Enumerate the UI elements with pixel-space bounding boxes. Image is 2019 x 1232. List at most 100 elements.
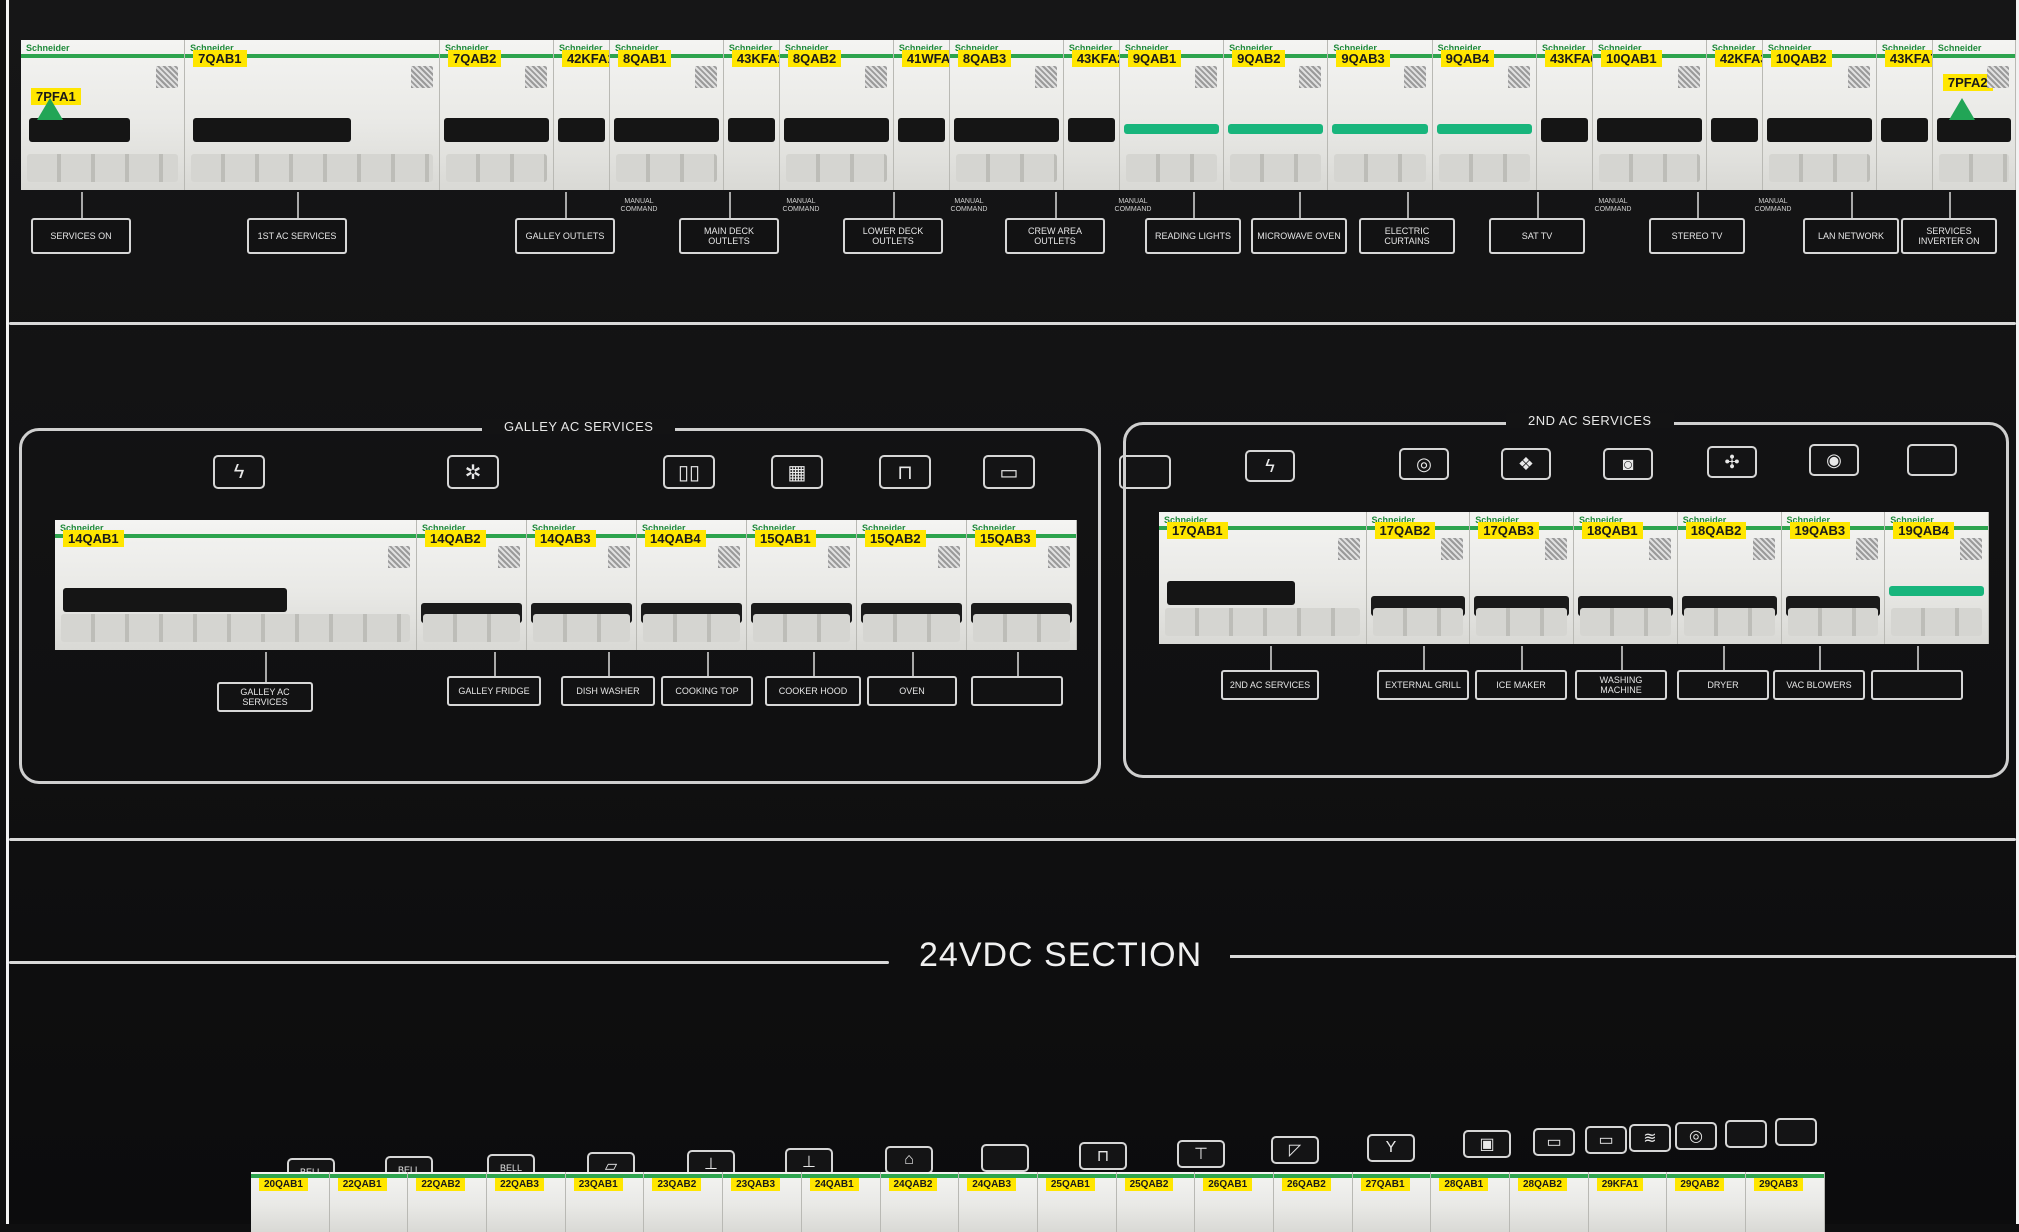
- circuit-breaker[interactable]: Schneider22QAB3: [487, 1172, 566, 1232]
- circuit-breaker[interactable]: Schneider 9QAB2: [1224, 40, 1329, 190]
- circuit-breaker[interactable]: Schneider29KFA1: [1588, 1172, 1668, 1232]
- breaker-toggle[interactable]: [953, 118, 1059, 142]
- circuit-breaker[interactable]: Schneider 9QAB4: [1432, 40, 1537, 190]
- circuit-breaker[interactable]: Schneider 19QAB3: [1781, 512, 1886, 644]
- circuit-breaker[interactable]: Schneider 17QAB2: [1366, 512, 1471, 644]
- circuit-breaker[interactable]: Schneider 43KFA1: [723, 40, 780, 190]
- circuit-breaker[interactable]: Schneider 8QAB2: [779, 40, 894, 190]
- circuit-breaker[interactable]: Schneider 18QAB2: [1677, 512, 1782, 644]
- circuit-breaker[interactable]: Schneider 7QAB2: [440, 40, 554, 190]
- circuit-breaker[interactable]: Schneider27QAB1: [1352, 1172, 1432, 1232]
- breaker-toggle[interactable]: [1766, 118, 1872, 142]
- circuit-breaker[interactable]: Schneider 7QAB1: [185, 40, 441, 190]
- terminal-slots: [955, 154, 1057, 182]
- breaker-toggle[interactable]: [1936, 118, 2011, 142]
- circuit-breaker[interactable]: Schneider26QAB1: [1195, 1172, 1274, 1232]
- qr-code: [1677, 66, 1700, 88]
- breaker-toggle[interactable]: [1167, 580, 1296, 605]
- circuit-breaker[interactable]: Schneider 14QAB2: [417, 520, 527, 650]
- circuit-label: OVEN: [867, 676, 957, 706]
- air-blower-icon: ◉: [1809, 444, 1859, 476]
- qr-code: [938, 546, 960, 568]
- circuit-breaker[interactable]: Schneider 14QAB4: [637, 520, 747, 650]
- breaker-toggle[interactable]: [557, 118, 605, 142]
- circuit-breaker[interactable]: Schneider 43KFA7: [1876, 40, 1933, 190]
- circuit-breaker[interactable]: Schneider22QAB1: [329, 1172, 409, 1232]
- circuit-breaker[interactable]: Schneider 15QAB3: [967, 520, 1077, 650]
- breaker-toggle[interactable]: [1710, 118, 1758, 142]
- circuit-breaker[interactable]: Schneider 17QAB3: [1470, 512, 1574, 644]
- breaker-toggle[interactable]: [613, 118, 719, 142]
- circuit-breaker[interactable]: Schneider 7PFA1: [21, 40, 186, 190]
- circuit-breaker[interactable]: Schneider 15QAB1: [747, 520, 857, 650]
- breaker-tag: 22QAB2: [416, 1178, 466, 1191]
- label-lead-line: [1423, 646, 1425, 670]
- breaker-tag: 8QAB3: [957, 50, 1012, 67]
- circuit-breaker[interactable]: Schneider24QAB2: [880, 1172, 960, 1232]
- circuit-breaker[interactable]: Schneider 9QAB1: [1119, 40, 1225, 190]
- circuit-breaker[interactable]: Schneider22QAB2: [408, 1172, 488, 1232]
- dc-breaker-row: Schneider20QAB1Schneider22QAB1Schneider2…: [251, 1172, 1825, 1232]
- circuit-breaker[interactable]: Schneider 42KFA3: [1706, 40, 1763, 190]
- circuit-breaker[interactable]: Schneider 43KFA6: [1536, 40, 1593, 190]
- breaker-toggle[interactable]: [783, 118, 889, 142]
- label-lead-line: [1917, 646, 1919, 670]
- breaker-toggle[interactable]: [1889, 585, 1984, 596]
- breaker-toggle[interactable]: [29, 118, 131, 142]
- circuit-breaker[interactable]: Schneider28QAB2: [1510, 1172, 1589, 1232]
- label-lead-line: [912, 652, 914, 676]
- circuit-breaker[interactable]: Schneider 9QAB3: [1328, 40, 1433, 190]
- breaker-toggle[interactable]: [1123, 124, 1220, 134]
- circuit-breaker[interactable]: Schneider28QAB1: [1431, 1172, 1510, 1232]
- cooktop-icon: ▦: [771, 455, 823, 489]
- breaker-toggle[interactable]: [897, 118, 945, 142]
- breaker-toggle[interactable]: [1880, 118, 1928, 142]
- circuit-breaker[interactable]: Schneider 8QAB3: [949, 40, 1064, 190]
- lightning-icon: ϟ: [213, 455, 265, 489]
- circuit-breaker[interactable]: Schneider 15QAB2: [857, 520, 967, 650]
- breaker-toggle[interactable]: [193, 118, 351, 142]
- breaker-toggle[interactable]: [444, 118, 549, 142]
- qr-code: [1856, 538, 1879, 560]
- circuit-breaker[interactable]: Schneider25QAB2: [1116, 1172, 1196, 1232]
- circuit-breaker[interactable]: Schneider 17QAB1: [1159, 512, 1367, 644]
- circuit-breaker[interactable]: Schneider 14QAB3: [527, 520, 637, 650]
- breaker-tag: 29KFA1: [1596, 1178, 1644, 1191]
- breaker-toggle[interactable]: [727, 118, 775, 142]
- breaker-toggle[interactable]: [1436, 124, 1532, 134]
- circuit-breaker[interactable]: Schneider 42KFA1: [553, 40, 610, 190]
- breaker-tag: 14QAB1: [63, 530, 124, 547]
- remote-icon: ▭: [1585, 1126, 1627, 1154]
- label-lead-line: [1299, 192, 1301, 218]
- breaker-tag: 23QAB2: [652, 1178, 702, 1191]
- circuit-breaker[interactable]: Schneider25QAB1: [1037, 1172, 1117, 1232]
- breaker-toggle[interactable]: [1332, 124, 1428, 134]
- circuit-breaker[interactable]: Schneider26QAB2: [1273, 1172, 1353, 1232]
- circuit-breaker[interactable]: Schneider 7PFA2: [1932, 40, 2016, 190]
- label-lead-line: [1851, 192, 1853, 218]
- circuit-breaker[interactable]: Schneider 10QAB1: [1592, 40, 1707, 190]
- breaker-toggle[interactable]: [1228, 124, 1324, 134]
- breaker-toggle[interactable]: [1596, 118, 1702, 142]
- circuit-breaker[interactable]: Schneider 8QAB1: [609, 40, 724, 190]
- circuit-breaker[interactable]: Schneider29QAB3: [1746, 1172, 1825, 1232]
- circuit-breaker[interactable]: Schneider24QAB1: [801, 1172, 881, 1232]
- breaker-toggle[interactable]: [1540, 118, 1588, 142]
- circuit-breaker[interactable]: Schneider 18QAB1: [1574, 512, 1678, 644]
- breaker-tag: 19QAB4: [1893, 522, 1954, 539]
- circuit-breaker[interactable]: Schneider41WFA1: [893, 40, 950, 190]
- circuit-breaker[interactable]: Schneider 19QAB4: [1885, 512, 1989, 644]
- circuit-breaker[interactable]: Schneider 14QAB1: [55, 520, 417, 650]
- circuit-breaker[interactable]: Schneider23QAB1: [565, 1172, 645, 1232]
- circuit-breaker[interactable]: Schneider 10QAB2: [1762, 40, 1877, 190]
- circuit-breaker[interactable]: Schneider24QAB3: [959, 1172, 1038, 1232]
- circuit-breaker[interactable]: Schneider20QAB1: [251, 1172, 330, 1232]
- breaker-toggle[interactable]: [1067, 118, 1115, 142]
- circuit-breaker[interactable]: Schneider 43KFA2: [1063, 40, 1120, 190]
- circuit-breaker[interactable]: Schneider23QAB3: [723, 1172, 802, 1232]
- terminal-slots: [1438, 154, 1530, 182]
- breaker-toggle[interactable]: [63, 587, 287, 612]
- circuit-breaker[interactable]: Schneider23QAB2: [644, 1172, 724, 1232]
- circuit-breaker[interactable]: Schneider29QAB2: [1667, 1172, 1747, 1232]
- circuit-label: LAN NETWORK: [1803, 218, 1899, 254]
